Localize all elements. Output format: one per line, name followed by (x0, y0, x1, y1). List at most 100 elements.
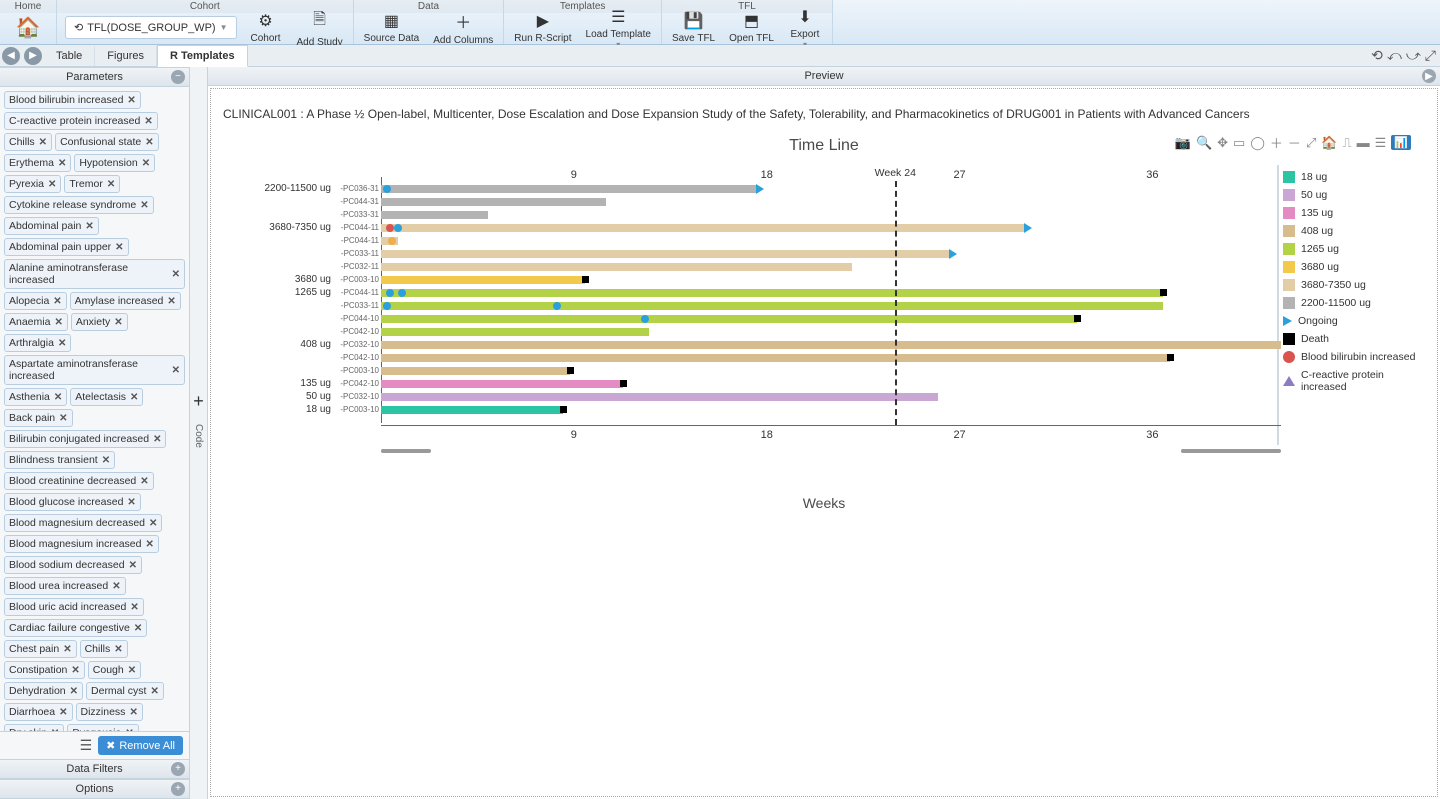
param-chip[interactable]: Aspartate aminotransferase increased✕ (4, 355, 185, 385)
legend-item[interactable]: 3680 ug (1283, 261, 1423, 273)
chip-remove-icon[interactable]: ✕ (102, 455, 110, 466)
param-chip[interactable]: Blindness transient✕ (4, 451, 115, 469)
chip-remove-icon[interactable]: ✕ (144, 116, 152, 127)
expand-icon[interactable]: + (171, 762, 185, 776)
param-chip[interactable]: Arthralgia✕ (4, 334, 71, 352)
chip-remove-icon[interactable]: ✕ (128, 665, 136, 676)
tab-figures[interactable]: Figures (95, 46, 157, 66)
chip-remove-icon[interactable]: ✕ (58, 338, 66, 349)
param-chip[interactable]: Blood urea increased✕ (4, 577, 126, 595)
legend-item[interactable]: 135 ug (1283, 207, 1423, 219)
timeline-bar[interactable] (381, 354, 1170, 362)
timeline-bar[interactable] (381, 250, 949, 258)
param-chip[interactable]: Blood glucose increased✕ (4, 493, 141, 511)
range-slider-right[interactable] (1181, 449, 1281, 453)
chip-remove-icon[interactable]: ✕ (114, 317, 122, 328)
param-chip[interactable]: C-reactive protein increased✕ (4, 112, 158, 130)
param-chip[interactable]: Blood sodium decreased✕ (4, 556, 142, 574)
param-chip[interactable]: Chills✕ (80, 640, 128, 658)
save-tfl-button[interactable]: 💾Save TFL (666, 9, 721, 46)
chip-remove-icon[interactable]: ✕ (150, 686, 158, 697)
param-chip[interactable]: Atelectasis✕ (70, 388, 143, 406)
data-filters-header[interactable]: Data Filters + (0, 759, 189, 779)
legend-item[interactable]: 408 ug (1283, 225, 1423, 237)
spike-icon[interactable]: ⎍ (1343, 135, 1352, 151)
lasso-icon[interactable]: ◯ (1250, 135, 1265, 151)
param-chip[interactable]: Blood creatinine decreased✕ (4, 472, 154, 490)
param-chip[interactable]: Diarrhoea✕ (4, 703, 73, 721)
param-chip[interactable]: Dry skin✕ (4, 724, 64, 731)
chip-remove-icon[interactable]: ✕ (54, 392, 62, 403)
timeline-bar[interactable] (381, 302, 1163, 310)
redo-button[interactable]: ⤻ (1406, 47, 1421, 64)
legend-item[interactable]: 3680-7350 ug (1283, 279, 1423, 291)
cohort-button[interactable]: ⚙Cohort (243, 9, 289, 46)
chip-remove-icon[interactable]: ✕ (129, 707, 137, 718)
timeline-bar[interactable] (381, 380, 623, 388)
param-chip[interactable]: Amylase increased✕ (70, 292, 181, 310)
list-view-button[interactable]: ☰ (80, 737, 93, 754)
expand-preview-button[interactable]: ▶ (1422, 69, 1436, 83)
legend-item[interactable]: 18 ug (1283, 171, 1423, 183)
remove-all-button[interactable]: ✖Remove All (98, 736, 183, 755)
tab-table[interactable]: Table (44, 46, 95, 66)
camera-icon[interactable]: 📷 (1175, 135, 1191, 151)
zoom-in-icon[interactable]: ＋ (1270, 133, 1283, 152)
param-chip[interactable]: Chest pain✕ (4, 640, 77, 658)
legend-item[interactable]: Death (1283, 333, 1423, 345)
param-chip[interactable]: Dehydration✕ (4, 682, 83, 700)
param-chip[interactable]: Cough✕ (88, 661, 141, 679)
param-chip[interactable]: Anaemia✕ (4, 313, 68, 331)
timeline-bar[interactable] (381, 289, 1163, 297)
range-slider-left[interactable] (381, 449, 431, 453)
param-chip[interactable]: Constipation✕ (4, 661, 85, 679)
chip-remove-icon[interactable]: ✕ (140, 200, 148, 211)
collapse-icon[interactable]: − (171, 70, 185, 84)
param-chip[interactable]: Erythema✕ (4, 154, 71, 172)
legend-item[interactable]: Ongoing (1283, 315, 1423, 327)
reset-icon[interactable]: 🏠 (1321, 135, 1337, 151)
legend-item[interactable]: 1265 ug (1283, 243, 1423, 255)
param-chip[interactable]: Hypotension✕ (74, 154, 155, 172)
legend-item[interactable]: 50 ug (1283, 189, 1423, 201)
tab-r-templates[interactable]: R Templates (157, 45, 248, 67)
param-chip[interactable]: Confusional state✕ (55, 133, 159, 151)
chip-remove-icon[interactable]: ✕ (130, 392, 138, 403)
param-chip[interactable]: Back pain✕ (4, 409, 73, 427)
chip-remove-icon[interactable]: ✕ (153, 434, 161, 445)
chip-remove-icon[interactable]: ✕ (53, 296, 61, 307)
chip-remove-icon[interactable]: ✕ (127, 497, 135, 508)
chip-remove-icon[interactable]: ✕ (172, 269, 180, 280)
param-chip[interactable]: Bilirubin conjugated increased✕ (4, 430, 166, 448)
plot-area[interactable]: 2200-11500 ug-PC036-31-PC044-31-PC033-31… (221, 165, 1269, 465)
param-chip[interactable]: Asthenia✕ (4, 388, 67, 406)
param-chip[interactable]: Alopecia✕ (4, 292, 67, 310)
param-chip[interactable]: Blood uric acid increased✕ (4, 598, 144, 616)
zoom-out-icon[interactable]: － (1288, 133, 1301, 152)
chip-remove-icon[interactable]: ✕ (149, 518, 157, 529)
add-panel-button[interactable]: + (193, 391, 204, 412)
chip-remove-icon[interactable]: ✕ (146, 539, 154, 550)
timeline-bar[interactable] (381, 224, 1024, 232)
chip-remove-icon[interactable]: ✕ (172, 365, 180, 376)
open-tfl-button[interactable]: ⬒Open TFL (723, 9, 780, 46)
chip-remove-icon[interactable]: ✕ (63, 644, 71, 655)
legend-item[interactable]: C-reactive protein increased (1283, 369, 1423, 393)
chip-remove-icon[interactable]: ✕ (58, 158, 66, 169)
timeline-bar[interactable] (381, 276, 585, 284)
timeline-bar[interactable] (381, 263, 852, 271)
chip-remove-icon[interactable]: ✕ (59, 413, 67, 424)
add-columns-button[interactable]: ＋Add Columns (427, 7, 499, 48)
timeline-bar[interactable] (381, 211, 488, 219)
chip-remove-icon[interactable]: ✕ (142, 158, 150, 169)
timeline-bar[interactable] (381, 198, 606, 206)
chip-remove-icon[interactable]: ✕ (140, 476, 148, 487)
chip-remove-icon[interactable]: ✕ (112, 581, 120, 592)
timeline-bar[interactable] (381, 328, 649, 336)
chip-remove-icon[interactable]: ✕ (134, 623, 142, 634)
box-select-icon[interactable]: ▭ (1233, 135, 1245, 151)
legend-item[interactable]: Blood bilirubin increased (1283, 351, 1423, 363)
chip-remove-icon[interactable]: ✕ (114, 644, 122, 655)
expand-right-button[interactable]: ▶ (24, 47, 42, 65)
hover-icon[interactable]: ▬ (1357, 135, 1370, 150)
